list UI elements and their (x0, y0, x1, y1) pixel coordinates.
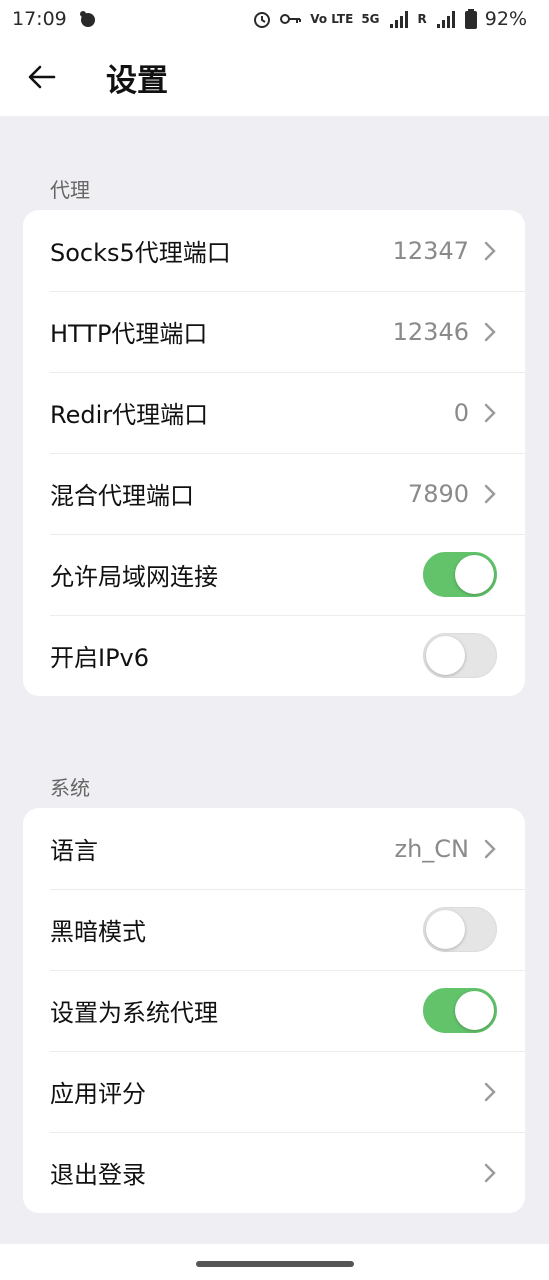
row-label: Redir代理端口 (50, 401, 209, 429)
signal-icon (389, 11, 408, 28)
row-label: 语言 (50, 837, 98, 865)
row-label: 允许局域网连接 (50, 563, 218, 591)
row-logout[interactable]: 退出登录 (23, 1132, 525, 1213)
row-rate-app[interactable]: 应用评分 (23, 1051, 525, 1132)
toggle-knob (455, 991, 494, 1030)
chevron-right-icon (484, 403, 496, 422)
signal-icon-2 (436, 11, 455, 28)
dark-mode-toggle[interactable] (423, 907, 497, 952)
chevron-right-icon (484, 1163, 496, 1182)
alarm-icon (254, 12, 271, 28)
row-value: zh_CN (394, 834, 469, 863)
home-gesture-handle[interactable] (196, 1261, 354, 1267)
volte-indicator: Vo LTE (310, 12, 354, 26)
row-label: 混合代理端口 (50, 482, 194, 510)
vpn-key-icon (280, 14, 302, 24)
row-http-port[interactable]: HTTP代理端口 12346 (23, 291, 525, 372)
row-value: 7890 (407, 479, 469, 508)
back-button[interactable] (12, 47, 72, 107)
row-label: HTTP代理端口 (50, 320, 208, 348)
row-socks5-port[interactable]: Socks5代理端口 12347 (23, 210, 525, 291)
row-allow-lan: 允许局域网连接 (23, 534, 525, 615)
network-type: 5G (361, 12, 380, 26)
toggle-knob (426, 910, 465, 949)
page-title: 设置 (106, 62, 168, 99)
row-value: 12346 (392, 317, 469, 346)
row-language[interactable]: 语言 zh_CN (23, 808, 525, 889)
allow-lan-toggle[interactable] (423, 552, 497, 597)
row-label: Socks5代理端口 (50, 239, 231, 267)
section-label-system: 系统 (50, 776, 90, 800)
system-nav-bar (0, 1244, 549, 1280)
notification-app-icon (79, 11, 95, 27)
row-label: 设置为系统代理 (50, 999, 218, 1027)
battery-percent: 92% (484, 8, 527, 30)
toggle-knob (455, 555, 494, 594)
app-bar: 设置 (0, 38, 549, 116)
row-value: 0 (453, 398, 469, 427)
roaming-indicator: R (417, 12, 427, 26)
status-bar: 17:09 Vo LTE 5G R 92% (0, 0, 549, 38)
row-label: 开启IPv6 (50, 644, 150, 672)
ipv6-toggle[interactable] (423, 633, 497, 678)
toggle-knob (426, 636, 465, 675)
row-value: 12347 (392, 236, 469, 265)
status-time: 17:09 (12, 8, 67, 30)
row-enable-ipv6: 开启IPv6 (23, 615, 525, 696)
card-proxy: Socks5代理端口 12347 HTTP代理端口 12346 Redir代理端… (23, 210, 525, 696)
row-mixed-port[interactable]: 混合代理端口 7890 (23, 453, 525, 534)
card-system: 语言 zh_CN 黑暗模式 设置为系统代理 应用评分 退出登录 (23, 808, 525, 1213)
system-proxy-toggle[interactable] (423, 988, 497, 1033)
chevron-right-icon (484, 484, 496, 503)
row-redir-port[interactable]: Redir代理端口 0 (23, 372, 525, 453)
chevron-right-icon (484, 1082, 496, 1101)
row-system-proxy: 设置为系统代理 (23, 970, 525, 1051)
chevron-right-icon (484, 322, 496, 341)
row-label: 退出登录 (50, 1161, 146, 1189)
arrow-left-icon (28, 65, 56, 89)
chevron-right-icon (484, 241, 496, 260)
row-label: 应用评分 (50, 1080, 146, 1108)
chevron-right-icon (484, 839, 496, 858)
row-dark-mode: 黑暗模式 (23, 889, 525, 970)
section-label-proxy: 代理 (50, 178, 90, 202)
battery-icon (464, 9, 477, 29)
row-label: 黑暗模式 (50, 918, 146, 946)
